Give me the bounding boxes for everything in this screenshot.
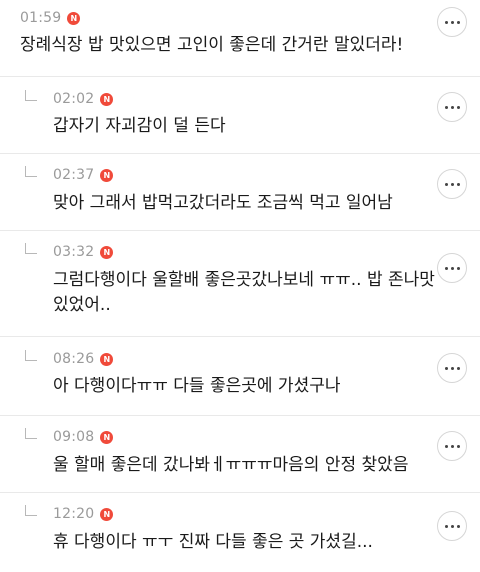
more-options-button[interactable]	[437, 169, 467, 199]
comment-item: 01:59 N 장례식장 밥 맛있으면 고인이 좋은데 간거란 말있더라!	[0, 0, 480, 77]
reply-item: 12:20 N 휴 다행이다 ㅠㅜ 진짜 다들 좋은 곳 가셨길...	[0, 493, 480, 572]
reply-item: 08:26 N 아 다행이다ㅠㅠ 다들 좋은곳에 가셨구나	[0, 337, 480, 416]
reply-arrow-icon	[25, 243, 37, 254]
comment-time: 02:37	[53, 167, 95, 183]
more-dots-icon	[444, 366, 460, 370]
comment-text: 장례식장 밥 맛있으면 고인이 좋은데 간거란 말있더라!	[20, 35, 404, 55]
comment-text: 아 다행이다ㅠㅠ 다들 좋은곳에 가셨구나	[53, 376, 341, 396]
new-badge: N	[100, 430, 114, 444]
more-dots-icon	[444, 182, 460, 186]
reply-item: 02:37 N 맞아 그래서 밥먹고갔더라도 조금씩 먹고 일어남	[0, 154, 480, 231]
new-badge: N	[100, 168, 114, 182]
comment-meta: 08:26 N	[53, 351, 114, 367]
comment-time: 08:26	[53, 351, 95, 367]
comment-meta: 01:59 N	[20, 10, 81, 26]
comment-time: 02:02	[53, 91, 95, 107]
comment-time: 01:59	[20, 10, 62, 26]
more-dots-icon	[444, 524, 460, 528]
comment-text: 맞아 그래서 밥먹고갔더라도 조금씩 먹고 일어남	[53, 193, 393, 213]
more-dots-icon	[444, 105, 460, 109]
comment-list: 01:59 N 장례식장 밥 맛있으면 고인이 좋은데 간거란 말있더라! 02…	[0, 0, 480, 572]
comment-text: 그럼다행이다 울할배 좋은곳갔나보네 ㅠㅠ.. 밥 존나맛 있었어..	[53, 268, 435, 318]
comment-meta: 02:02 N	[53, 91, 114, 107]
reply-item: 03:32 N 그럼다행이다 울할배 좋은곳갔나보네 ㅠㅠ.. 밥 존나맛 있었…	[0, 231, 480, 337]
reply-arrow-icon	[25, 505, 37, 516]
reply-item: 02:02 N 갑자기 자괴감이 덜 든다	[0, 77, 480, 154]
new-badge: N	[67, 11, 81, 25]
comment-text-line: 있었어..	[53, 295, 111, 315]
new-badge: N	[100, 245, 114, 259]
more-options-button[interactable]	[437, 7, 467, 37]
comment-meta: 02:37 N	[53, 167, 114, 183]
comment-time: 03:32	[53, 244, 95, 260]
new-badge: N	[100, 92, 114, 106]
more-options-button[interactable]	[437, 511, 467, 541]
new-badge: N	[100, 507, 114, 521]
more-dots-icon	[444, 20, 460, 24]
comment-text-line: 그럼다행이다 울할배 좋은곳갔나보네 ㅠㅠ.. 밥 존나맛	[53, 270, 435, 290]
comment-time: 09:08	[53, 429, 95, 445]
reply-item: 09:08 N 울 할매 좋은데 갔나봐ㅔㅠㅠㅠ마음의 안정 찾았음	[0, 416, 480, 493]
more-dots-icon	[444, 266, 460, 270]
more-options-button[interactable]	[437, 92, 467, 122]
more-options-button[interactable]	[437, 353, 467, 383]
comment-text: 울 할매 좋은데 갔나봐ㅔㅠㅠㅠ마음의 안정 찾았음	[53, 455, 409, 475]
reply-arrow-icon	[25, 428, 37, 439]
comment-meta: 09:08 N	[53, 429, 114, 445]
reply-arrow-icon	[25, 350, 37, 361]
reply-arrow-icon	[25, 166, 37, 177]
more-options-button[interactable]	[437, 253, 467, 283]
reply-arrow-icon	[25, 90, 37, 101]
comment-meta: 03:32 N	[53, 244, 114, 260]
more-options-button[interactable]	[437, 431, 467, 461]
comment-text: 휴 다행이다 ㅠㅜ 진짜 다들 좋은 곳 가셨길...	[53, 532, 373, 552]
more-dots-icon	[444, 444, 460, 448]
comment-text: 갑자기 자괴감이 덜 든다	[53, 116, 226, 136]
comment-time: 12:20	[53, 506, 95, 522]
new-badge: N	[100, 352, 114, 366]
comment-meta: 12:20 N	[53, 506, 114, 522]
